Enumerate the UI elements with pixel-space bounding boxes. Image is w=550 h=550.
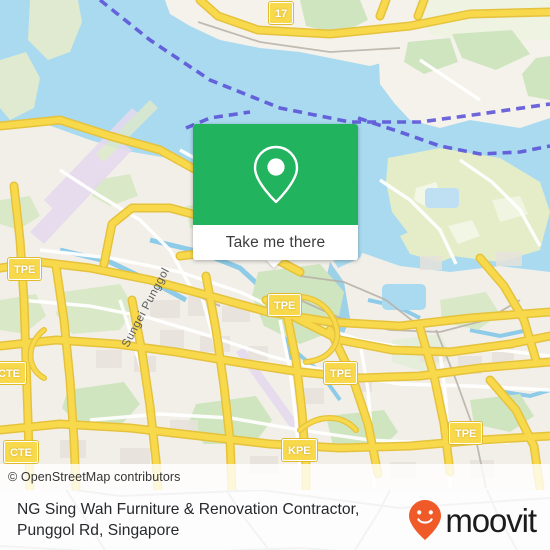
location-callout-card[interactable]: Take me there [193,124,358,260]
callout-card-header [193,124,358,225]
moovit-wordmark: moovit [445,501,537,539]
place-name-line1: NG Sing Wah Furniture & Renovation Contr… [17,501,360,518]
road-shield-cte-w: CTE [0,362,26,384]
road-shield-label: TPE [455,428,477,440]
road-shield-tpe-n: TPE [268,294,302,316]
take-me-there-button[interactable]: Take me there [193,225,358,260]
footer-bar: NG Sing Wah Furniture & Renovation Contr… [0,490,550,550]
road-shield-tpe-e: TPE [449,422,483,444]
road-shield-cte-sw: CTE [4,441,38,463]
road-shield-kpe: KPE [282,439,317,461]
road-shield-label: TPE [14,264,36,276]
road-shield-label: TPE [274,300,296,312]
place-name-line2: Punggol Rd, Singapore [17,522,180,539]
map-pin-icon [253,145,298,203]
attribution-text: © OpenStreetMap contributors [8,470,181,484]
road-shield-label: 17 [275,8,288,20]
road-shield-label: CTE [0,368,20,380]
moovit-smiley-pin-icon [409,500,442,540]
road-shield-label: TPE [330,368,352,380]
road-shield-17: 17 [269,2,294,24]
road-shield-tpe-c: TPE [324,362,358,384]
callout-tail [265,259,283,268]
road-shield-label: CTE [10,447,32,459]
road-shield-tpe-nw: TPE [8,258,42,280]
moovit-logo[interactable]: moovit [408,499,550,541]
road-shield-label: KPE [288,445,311,457]
take-me-there-label: Take me there [225,233,326,251]
moovit-map-page: Sungei Punggol 17 TPE CTE CTE TPE TPE KP… [0,0,550,550]
place-name: NG Sing Wah Furniture & Renovation Contr… [0,499,407,541]
map-attribution: © OpenStreetMap contributors [0,464,550,490]
